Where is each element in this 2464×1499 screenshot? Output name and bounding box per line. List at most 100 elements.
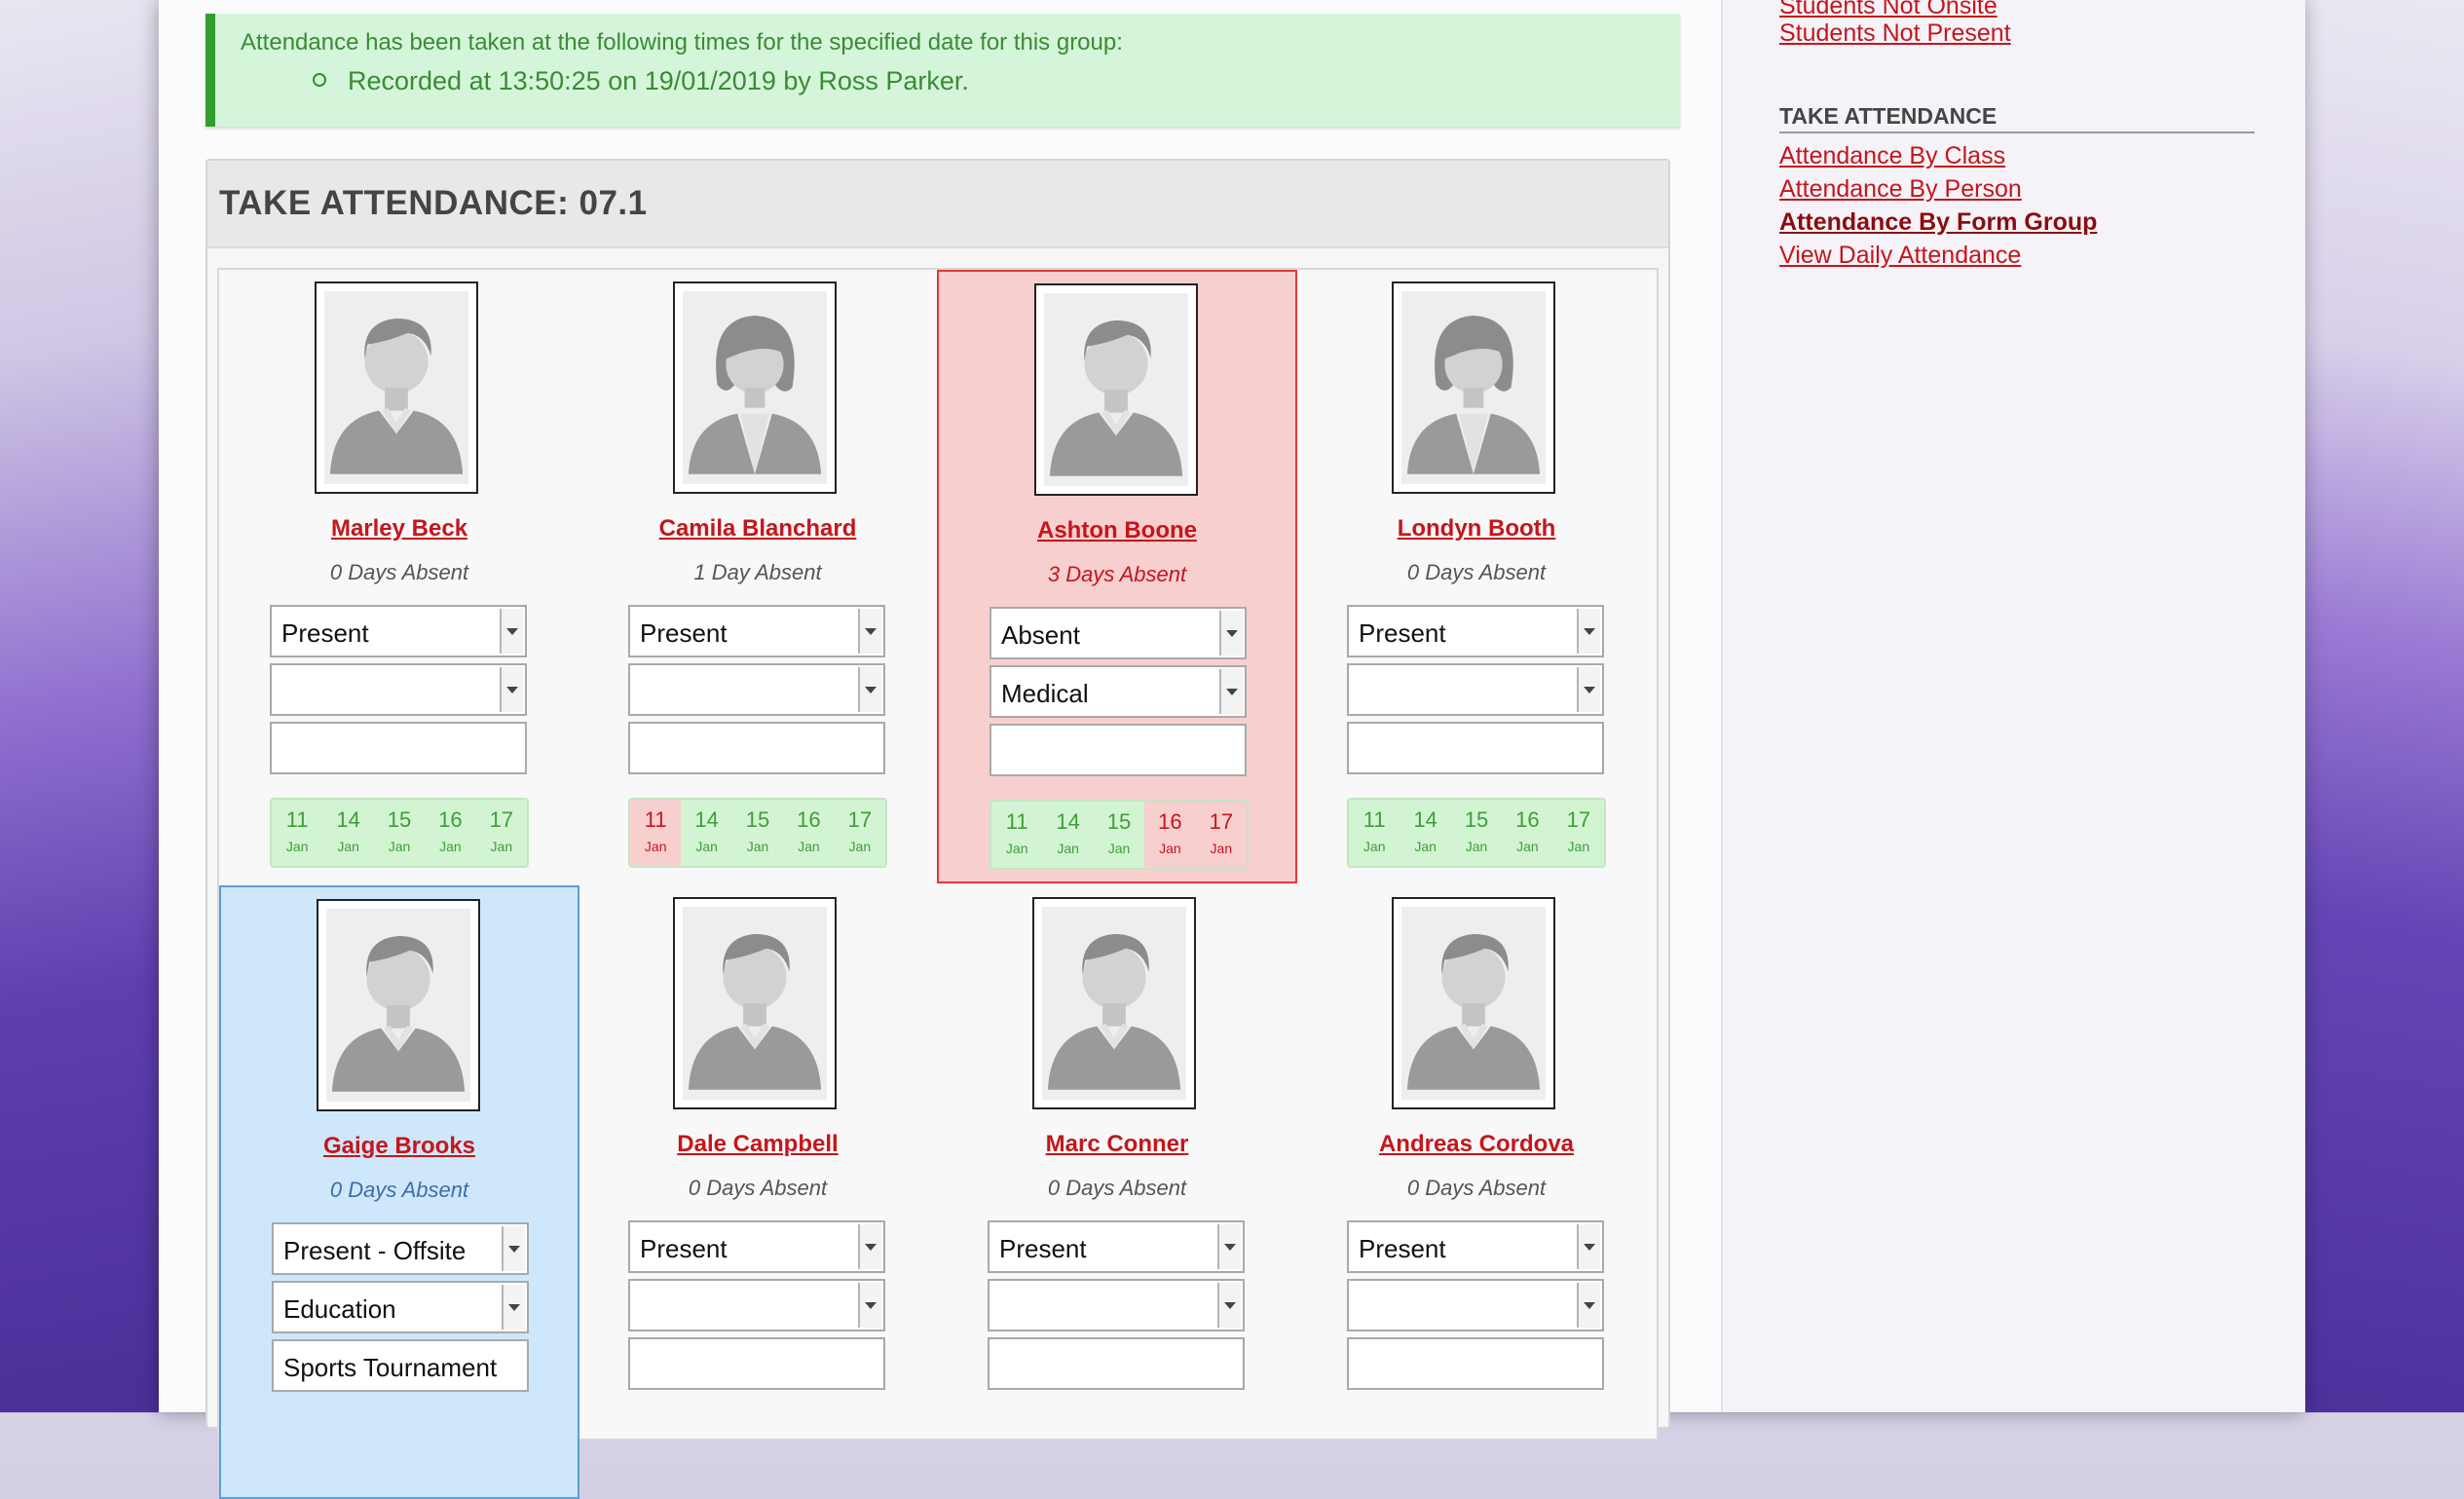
history-day-number: 14 — [694, 807, 719, 832]
success-record: Recorded at 13:50:25 on 19/01/2019 by Ro… — [313, 66, 969, 96]
history-day-number: 15 — [387, 807, 412, 832]
history-day[interactable]: 17 Jan — [475, 800, 527, 866]
comment-input[interactable] — [1347, 1337, 1604, 1390]
history-day-month: Jan — [285, 839, 309, 854]
history-day-number: 15 — [1106, 809, 1132, 834]
status-select[interactable]: Present — [1347, 605, 1604, 657]
history-day[interactable]: 16 Jan — [425, 800, 476, 866]
student-photo[interactable] — [673, 281, 837, 494]
reason-select[interactable]: Medical — [989, 665, 1247, 718]
student-name-link[interactable]: Marc Conner — [937, 1131, 1297, 1158]
history-day[interactable]: 14 Jan — [681, 800, 732, 866]
link-attendance-by-class[interactable]: Attendance By Class — [1779, 142, 2005, 170]
status-value: Present — [1359, 618, 1446, 648]
history-day-number: 17 — [489, 807, 514, 832]
history-day[interactable]: 17 Jan — [834, 800, 885, 866]
status-select[interactable]: Present — [1347, 1220, 1604, 1273]
history-day[interactable]: 11 Jan — [991, 802, 1043, 868]
history-day-number: 15 — [745, 807, 770, 832]
history-day[interactable]: 11 Jan — [1349, 800, 1400, 866]
history-day[interactable]: 16 Jan — [783, 800, 835, 866]
student-name-link[interactable]: Gaige Brooks — [221, 1133, 578, 1160]
student-name-link[interactable]: Londyn Booth — [1296, 515, 1657, 543]
student-card: Londyn Booth 0 Days Absent Present 11 Jan 14 J… — [1296, 270, 1657, 883]
history-day-month: Jan — [695, 839, 718, 854]
history-day-number: 17 — [847, 807, 873, 832]
history-day[interactable]: 17 Jan — [1552, 800, 1604, 866]
comment-input[interactable] — [1347, 722, 1604, 774]
history-day[interactable]: 15 Jan — [1450, 800, 1503, 866]
link-attendance-by-form-group[interactable]: Attendance By Form Group — [1779, 208, 2097, 237]
comment-input[interactable] — [989, 724, 1247, 776]
comment-input[interactable] — [988, 1337, 1245, 1390]
reason-select[interactable] — [988, 1279, 1245, 1331]
history-day[interactable]: 15 Jan — [373, 800, 426, 866]
chevron-down-icon — [858, 667, 881, 712]
reason-select[interactable] — [1347, 1279, 1604, 1331]
link-students-not-onsite[interactable]: Students Not Onsite — [1779, 0, 1997, 20]
history-day[interactable]: 11 Jan — [272, 800, 323, 866]
history-day-number: 11 — [1005, 809, 1028, 834]
history-day[interactable]: 16 Jan — [1502, 800, 1553, 866]
comment-input[interactable] — [628, 1337, 885, 1390]
comment-input[interactable] — [270, 722, 527, 774]
history-day[interactable]: 16 Jan — [1144, 802, 1196, 868]
reason-select[interactable] — [628, 1279, 885, 1331]
history-day[interactable]: 14 Jan — [322, 800, 374, 866]
comment-input[interactable] — [628, 722, 885, 774]
chevron-down-icon — [1577, 667, 1600, 712]
student-name-link[interactable]: Ashton Boone — [939, 517, 1295, 544]
history-day[interactable]: 15 Jan — [731, 800, 784, 866]
history-day[interactable]: 11 Jan — [630, 800, 682, 866]
history-day-number: 16 — [797, 807, 821, 832]
student-photo[interactable] — [1392, 281, 1555, 494]
attendance-history: 11 Jan 14 Jan 15 Jan 16 Jan 17 Jan — [989, 800, 1249, 870]
main-content: Attendance has been taken at the followi… — [205, 0, 1717, 1499]
history-day-number: 16 — [438, 807, 463, 832]
chevron-down-icon — [1217, 1283, 1241, 1328]
days-absent: 0 Days Absent — [329, 1178, 469, 1202]
status-value: Present — [640, 618, 728, 648]
student-photo[interactable] — [1032, 897, 1196, 1109]
reason-select[interactable] — [628, 663, 885, 716]
link-students-not-present[interactable]: Students Not Present — [1779, 19, 2011, 48]
student-name-link[interactable]: Dale Campbell — [578, 1131, 938, 1158]
bullet-icon — [313, 72, 326, 87]
status-select[interactable]: Absent — [989, 607, 1247, 659]
student-photo[interactable] — [317, 899, 480, 1111]
student-name-link[interactable]: Camila Blanchard — [578, 515, 938, 543]
chevron-down-icon — [502, 1226, 525, 1271]
history-day-month: Jan — [644, 839, 667, 854]
history-day[interactable]: 17 Jan — [1195, 802, 1247, 868]
background-mountains-left — [0, 0, 159, 1412]
reason-select[interactable] — [1347, 663, 1604, 716]
student-card: Ashton Boone 3 Days Absent Absent Medical 11… — [937, 270, 1297, 883]
reason-select[interactable]: Education — [272, 1281, 529, 1333]
chevron-down-icon — [1219, 669, 1243, 714]
student-photo[interactable] — [1392, 897, 1555, 1109]
status-select[interactable]: Present — [988, 1220, 1245, 1273]
history-day-month: Jan — [1159, 841, 1181, 856]
status-select[interactable]: Present — [270, 605, 527, 657]
comment-input[interactable]: Sports Tournament — [272, 1339, 529, 1392]
link-attendance-by-person[interactable]: Attendance By Person — [1779, 175, 2022, 204]
history-day-month: Jan — [1465, 839, 1488, 854]
history-day[interactable]: 15 Jan — [1093, 802, 1145, 868]
status-select[interactable]: Present — [628, 605, 885, 657]
student-card: Marley Beck 0 Days Absent Present 11 Jan 14 Ja… — [219, 270, 579, 883]
history-day[interactable]: 14 Jan — [1042, 802, 1094, 868]
history-day-number: 17 — [1566, 807, 1591, 832]
status-select[interactable]: Present — [628, 1220, 885, 1273]
student-photo[interactable] — [1034, 283, 1198, 496]
reason-select[interactable] — [270, 663, 527, 716]
link-view-daily-attendance[interactable]: View Daily Attendance — [1779, 242, 2021, 270]
student-name-link[interactable]: Andreas Cordova — [1296, 1131, 1657, 1158]
reason-value: Education — [283, 1294, 396, 1324]
history-day-number: 14 — [336, 807, 360, 832]
student-card: Camila Blanchard 1 Day Absent Present 11 Jan… — [578, 270, 938, 883]
student-photo[interactable] — [315, 281, 478, 494]
history-day[interactable]: 14 Jan — [1400, 800, 1451, 866]
student-name-link[interactable]: Marley Beck — [219, 515, 579, 543]
status-select[interactable]: Present - Offsite — [272, 1222, 529, 1275]
student-photo[interactable] — [673, 897, 837, 1109]
